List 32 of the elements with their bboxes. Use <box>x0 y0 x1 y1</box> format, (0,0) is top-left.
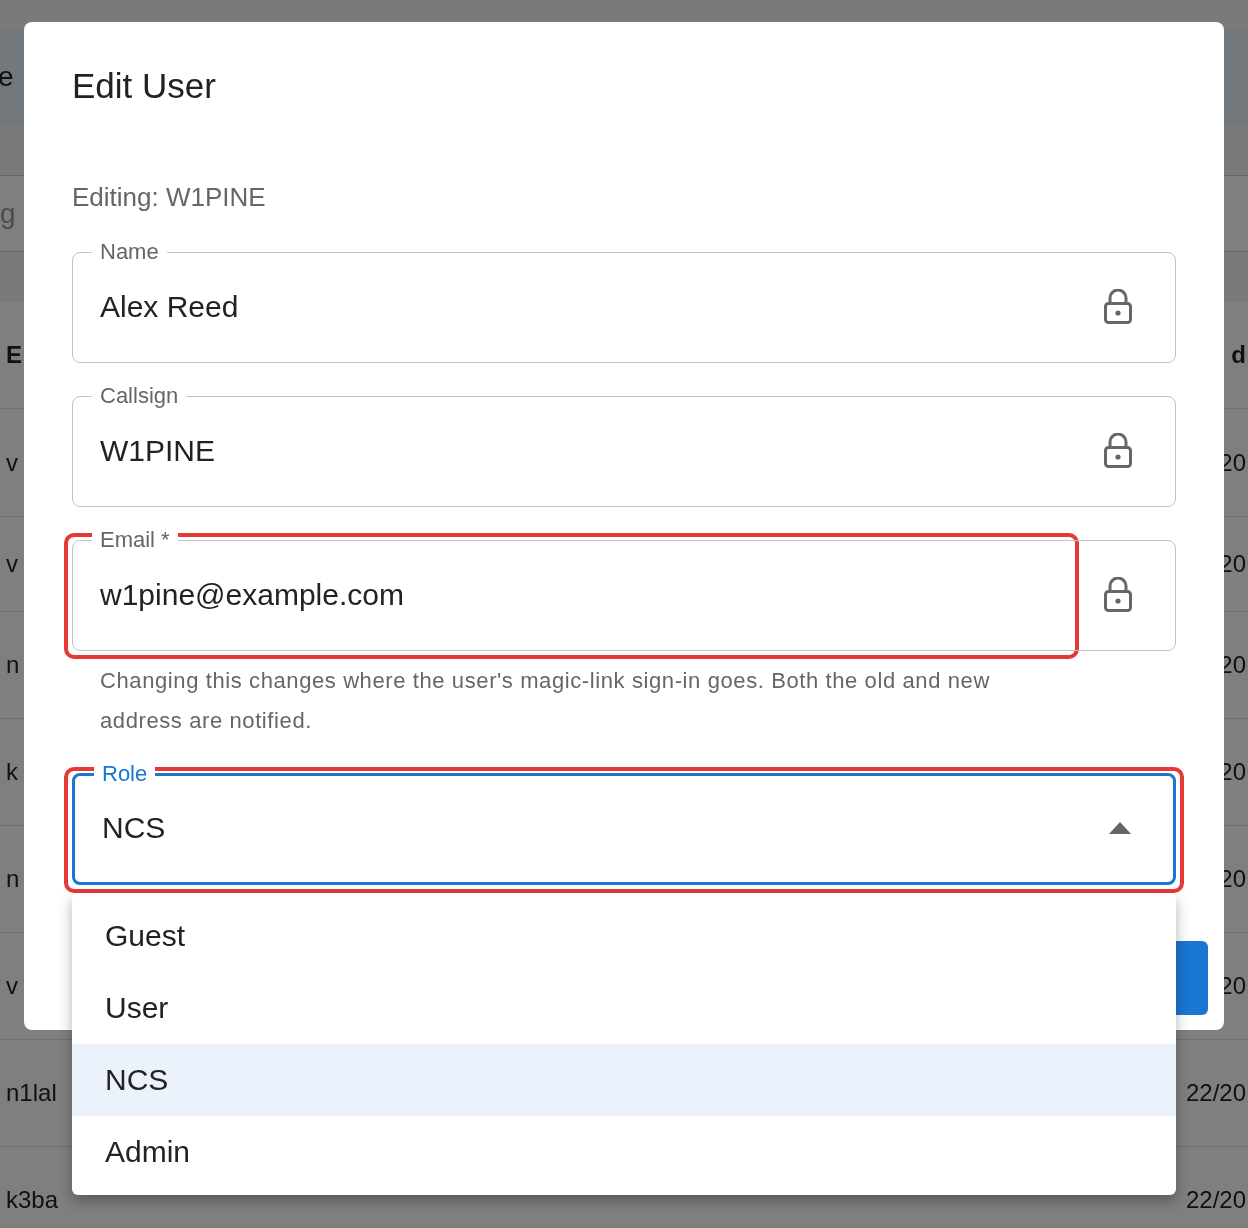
header-text: e <box>0 60 14 93</box>
table-cell: k <box>6 758 18 786</box>
table-cell: v <box>6 550 18 578</box>
table-cell: v <box>6 972 18 1000</box>
table-cell: k3ba <box>6 1186 59 1214</box>
column-header: E <box>6 341 22 369</box>
dialog-subtitle: Editing: W1PINE <box>72 182 267 213</box>
column-header: d <box>1231 341 1246 369</box>
table-cell: 22/20 <box>1185 1186 1246 1214</box>
table-cell: 22/20 <box>1185 1079 1246 1107</box>
field-value: W1PINE <box>100 433 217 468</box>
menu-item[interactable]: Guest <box>72 900 1176 972</box>
lock-icon[interactable] <box>1103 432 1133 469</box>
menu-item[interactable]: Admin <box>72 1116 1176 1188</box>
select-field[interactable]: Role NCS <box>72 763 1176 885</box>
lock-icon[interactable] <box>1103 576 1133 613</box>
text-field[interactable]: Name Alex Reed <box>72 241 1176 363</box>
table-cell: n <box>6 651 20 679</box>
text-field[interactable]: Email * w1pine@example.com <box>72 529 1176 651</box>
text-field[interactable]: Callsign W1PINE <box>72 385 1176 507</box>
helper-text: Changing this changes where the user's magic-link sign-in goes. Both the old and new address are notified. <box>100 667 991 735</box>
field-value: w1pine@example.com <box>100 577 405 612</box>
caret-icon[interactable] <box>1109 821 1131 834</box>
table-cell: v <box>6 448 18 477</box>
dialog-title: Edit User <box>72 66 217 106</box>
table-cell: n1lal <box>6 1079 57 1107</box>
field-value: Alex Reed <box>100 289 240 324</box>
lock-icon[interactable] <box>1103 288 1133 325</box>
menu-item[interactable]: User <box>72 972 1176 1044</box>
table-cell: n <box>6 865 20 893</box>
field-value: NCS <box>102 810 167 845</box>
menu-item[interactable]: NCS <box>72 1044 1176 1116</box>
